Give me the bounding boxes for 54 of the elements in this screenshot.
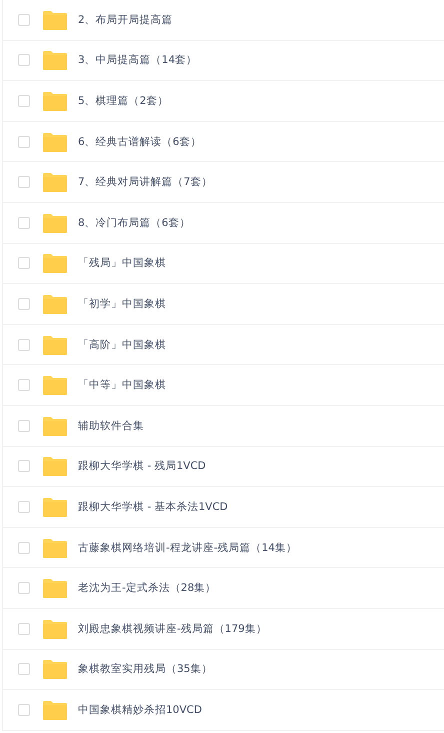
folder-name[interactable]: 「残局」中国象棋 [78,256,166,270]
checkbox[interactable] [18,54,30,66]
checkbox[interactable] [18,704,30,716]
folder-icon [43,496,67,517]
folder-icon [43,416,67,436]
checkbox[interactable] [18,298,30,310]
folder-icon [43,253,67,274]
folder-name[interactable]: 刘殿忠象棋视频讲座-残局篇（179集） [78,622,267,636]
folder-icon [43,538,67,558]
checkbox[interactable] [18,622,30,635]
folder-icon [43,334,67,355]
checkbox[interactable] [18,663,30,676]
checkbox[interactable] [18,216,30,229]
folder-name[interactable]: 「中等」中国象棋 [78,378,166,392]
checkbox[interactable] [18,420,30,432]
folder-icon [43,375,67,396]
folder-name[interactable]: 5、棋理篇（2套） [78,94,168,108]
folder-name[interactable]: 6、经典古谱解读（6套） [78,134,202,149]
checkbox[interactable] [18,136,30,148]
checkbox[interactable] [18,257,30,270]
folder-icon [43,294,67,314]
folder-icon [43,618,67,639]
folder-icon [43,132,67,152]
folder-icon [43,456,67,476]
checkbox[interactable] [18,582,30,594]
folder-icon [43,659,67,680]
folder-name[interactable]: 辅助软件合集 [78,418,144,433]
folder-icon [43,700,67,720]
checkbox[interactable] [18,176,30,188]
checkbox[interactable] [18,94,30,107]
folder-icon [43,172,67,192]
folder-name[interactable]: 古藤象棋网络培训-程龙讲座-残局篇（14集） [78,540,297,555]
checkbox[interactable] [18,14,30,26]
folder-icon [43,212,67,233]
folder-name[interactable]: 8、冷门布局篇（6套） [78,216,190,230]
folder-name[interactable]: 7、经典对局讲解篇（7套） [78,175,212,190]
folder-name[interactable]: 象棋教室实用残局（35集） [78,662,212,676]
checkbox[interactable] [18,542,30,554]
checkbox[interactable] [18,379,30,392]
checkbox[interactable] [18,460,30,472]
checkbox[interactable] [18,338,30,351]
folder-name[interactable]: 「高阶」中国象棋 [78,338,166,352]
folder-icon [43,50,67,70]
folder-name[interactable]: 跟柳大华学棋 - 残局1VCD [78,459,206,474]
folder-name[interactable]: 2、布局开局提高篇 [78,12,173,27]
folder-icon [43,578,67,598]
checkbox[interactable] [18,500,30,513]
folder-icon [43,10,67,30]
folder-name[interactable]: 老沈为王-定式杀法（28集） [78,581,216,596]
folder-icon [43,90,67,111]
folder-name[interactable]: 「初学」中国象棋 [78,296,166,311]
folder-name[interactable]: 跟柳大华学棋 - 基本杀法1VCD [78,500,228,514]
folder-name[interactable]: 3、中局提高篇（14套） [78,53,198,68]
folder-name[interactable]: 中国象棋精妙杀招10VCD [78,702,202,717]
